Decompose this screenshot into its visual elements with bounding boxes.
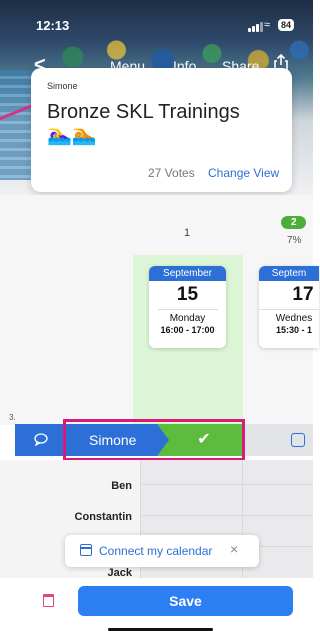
trash-icon[interactable] xyxy=(43,594,54,607)
calendar-icon xyxy=(80,544,92,556)
poll-title: Bronze SKL Trainings 🏊‍♀️🏊 xyxy=(47,101,240,146)
row-rank: 3. xyxy=(9,413,16,422)
my-vote-row: Simone ✔ xyxy=(15,424,313,456)
date-day: 15 xyxy=(176,284,199,305)
close-icon[interactable]: × xyxy=(230,541,238,557)
battery-indicator: 84 xyxy=(278,19,295,31)
change-view-link[interactable]: Change View xyxy=(208,166,279,180)
grid-line xyxy=(140,484,313,485)
participant-name: Ben xyxy=(111,480,132,492)
chevron-right-icon xyxy=(157,424,169,456)
date-weekday: Monday xyxy=(169,313,206,324)
status-bar: 12:13 ≈ 84 xyxy=(0,0,313,40)
yes-percent: 7% xyxy=(287,235,302,246)
date-time: 16:00 - 17:00 xyxy=(160,325,215,335)
save-button[interactable]: Save xyxy=(78,586,293,616)
date-month: September xyxy=(149,266,226,281)
date-day: 17 xyxy=(292,284,314,305)
poll-author: Simone xyxy=(47,81,78,91)
grid-line xyxy=(140,515,313,516)
date-divider xyxy=(259,309,319,310)
yes-count-badge: 2 xyxy=(281,216,306,229)
column-number: 1 xyxy=(184,227,191,239)
vote-count: 27 Votes xyxy=(148,166,195,180)
poll-info-card: Simone Bronze SKL Trainings 🏊‍♀️🏊 27 Vot… xyxy=(31,68,292,192)
date-option-2[interactable]: Septem 17 Wednes 15:30 - 1 xyxy=(259,266,319,348)
wifi-icon: ≈ xyxy=(264,19,271,31)
connect-calendar-banner[interactable]: Connect my calendar × xyxy=(65,535,259,567)
connect-calendar-label[interactable]: Connect my calendar xyxy=(99,544,212,558)
status-time: 12:13 xyxy=(36,18,70,33)
date-month: Septem xyxy=(259,266,319,281)
comment-icon[interactable] xyxy=(15,424,67,456)
participant-name: Constantin xyxy=(74,511,132,523)
bottom-bar: Save xyxy=(0,578,313,631)
date-weekday: Wednes xyxy=(275,313,313,324)
vote-checkbox[interactable] xyxy=(291,433,305,447)
date-time: 15:30 - 1 xyxy=(275,325,313,335)
date-divider xyxy=(157,309,218,310)
signal-icon xyxy=(248,22,263,32)
annotation-highlight-box xyxy=(63,419,245,461)
date-option-1[interactable]: September 15 Monday 16:00 - 17:00 xyxy=(149,266,226,348)
